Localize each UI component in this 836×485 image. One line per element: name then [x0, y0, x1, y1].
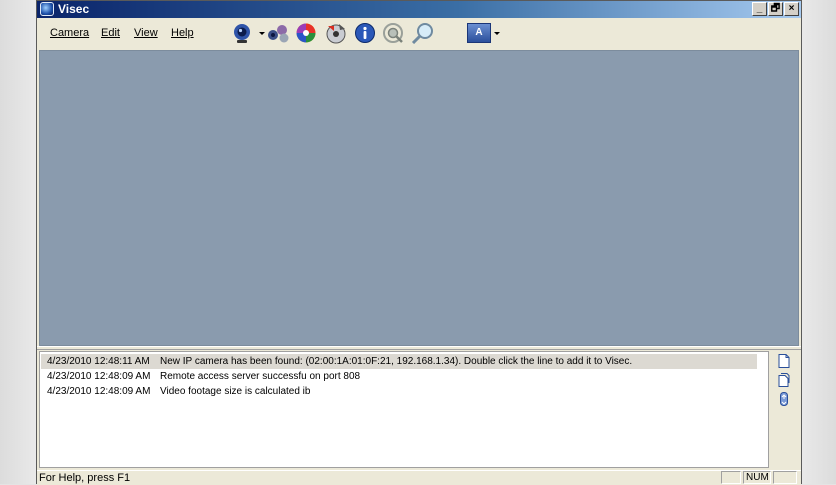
font-button[interactable]: A: [467, 23, 491, 43]
copy-document-icon[interactable]: [778, 373, 790, 387]
log-row[interactable]: 4/23/2010 12:48:09 AM Video footage size…: [41, 384, 757, 399]
log-time: 4/23/2010 12:48:09 AM: [47, 371, 151, 382]
info-icon[interactable]: [354, 22, 376, 44]
log-row[interactable]: 4/23/2010 12:48:11 AM New IP camera has …: [41, 354, 757, 369]
menu-help[interactable]: Help: [171, 26, 194, 40]
menu-view[interactable]: View: [134, 26, 158, 40]
remote-access-icon[interactable]: [382, 22, 404, 44]
video-view-area[interactable]: [39, 50, 799, 346]
log-side-toolbar: [770, 351, 799, 468]
scroll-lock-icon[interactable]: [778, 392, 790, 406]
log-time: 4/23/2010 12:48:09 AM: [47, 386, 151, 397]
status-bar: For Help, press F1 NUM: [37, 470, 801, 485]
app-logo-icon[interactable]: [40, 2, 54, 16]
search-icon[interactable]: [411, 22, 433, 44]
font-dropdown-icon[interactable]: [494, 32, 500, 35]
num-lock-indicator: NUM: [743, 471, 771, 484]
webcam-icon[interactable]: [231, 22, 253, 44]
menu-camera[interactable]: Camera: [50, 26, 89, 40]
status-pane-empty: [721, 471, 741, 484]
log-message: Video footage size is calculated ib: [160, 386, 311, 397]
title-bar[interactable]: Visec _ 🗗 ×: [37, 1, 801, 18]
app-window: Visec _ 🗗 × Camera Edit View Help A 4/23…: [36, 0, 802, 485]
menu-edit[interactable]: Edit: [101, 26, 120, 40]
restore-button[interactable]: 🗗: [768, 2, 783, 16]
burn-disc-icon[interactable]: [325, 22, 347, 44]
new-document-icon[interactable]: [778, 354, 790, 368]
camera-group-icon[interactable]: [267, 22, 289, 44]
close-button[interactable]: ×: [784, 2, 799, 16]
log-message: Remote access server successfu on port 8…: [160, 371, 361, 382]
event-log-list[interactable]: 4/23/2010 12:48:11 AM New IP camera has …: [39, 351, 769, 468]
color-wheel-icon[interactable]: [295, 22, 317, 44]
webcam-dropdown-icon[interactable]: [259, 32, 265, 35]
status-help-text: For Help, press F1: [39, 472, 131, 484]
status-pane-extra: [773, 471, 797, 484]
minimize-button[interactable]: _: [752, 2, 767, 16]
log-time: 4/23/2010 12:48:11 AM: [47, 356, 150, 367]
log-message: New IP camera has been found: (02:00:1A:…: [160, 356, 633, 367]
log-row[interactable]: 4/23/2010 12:48:09 AM Remote access serv…: [41, 369, 757, 384]
splitter[interactable]: [37, 346, 801, 350]
window-title: Visec: [58, 2, 90, 16]
